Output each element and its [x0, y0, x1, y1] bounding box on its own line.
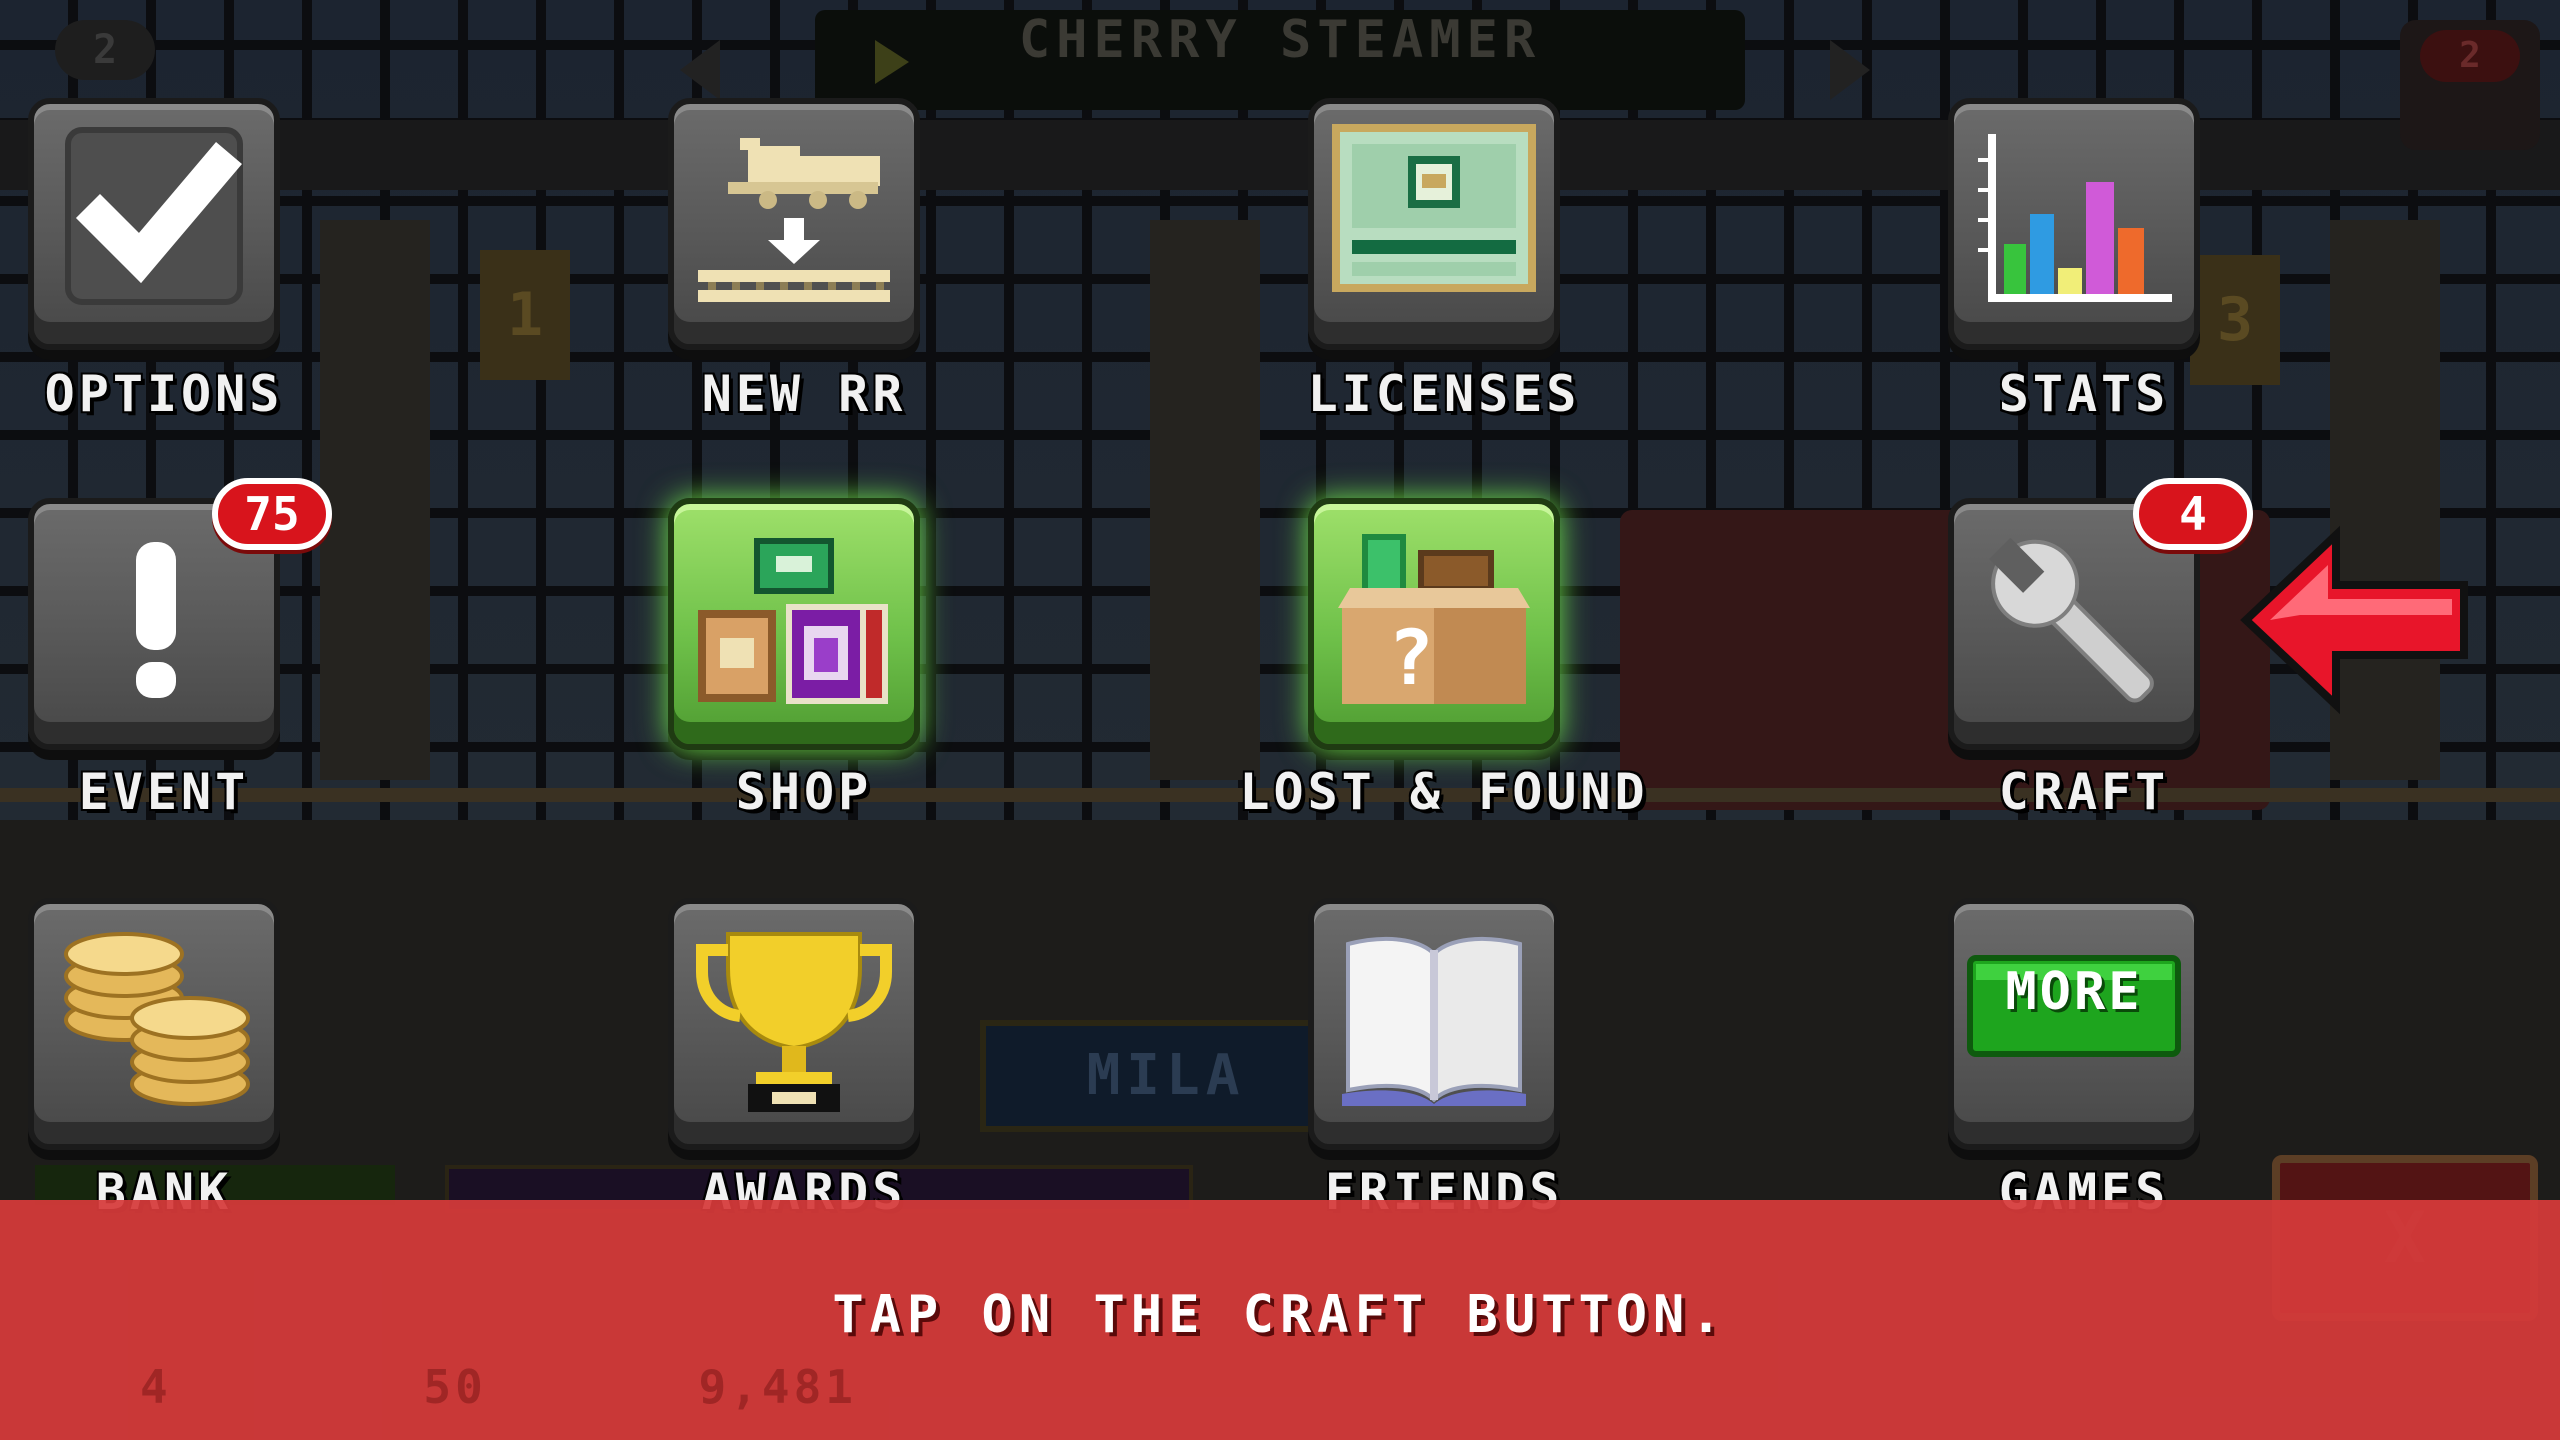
event-label: EVENT [78, 763, 250, 821]
lost-found-label: LOST & FOUND [1239, 763, 1649, 821]
shop-items-icon [698, 538, 888, 704]
stats-label: STATS [1998, 365, 2170, 423]
open-book-icon [1342, 937, 1526, 1106]
station-pillar [320, 220, 430, 780]
ghost-value-1: 4 [140, 1360, 172, 1414]
licenses-button[interactable] [1308, 98, 1560, 350]
new-rr-button[interactable] [668, 98, 920, 350]
shop-button[interactable] [668, 498, 920, 750]
options-label: OPTIONS [44, 365, 284, 423]
options-button[interactable] [28, 98, 280, 350]
friends-button[interactable] [1308, 898, 1560, 1150]
prev-train-arrow-icon [680, 40, 720, 100]
new-rr-label: NEW RR [701, 365, 907, 423]
train-name-bar: CHERRY STEAMER [815, 10, 1745, 110]
red-arrow-left-icon [2240, 525, 2468, 715]
games-button[interactable]: MORE [1948, 898, 2200, 1150]
status-bar-ghost: 4 50 9,481 [60, 1360, 857, 1414]
mystery-box-icon: ? [1338, 534, 1530, 704]
lost-found-button[interactable]: ? [1308, 498, 1560, 750]
question-mark: ? [1388, 613, 1434, 702]
platform-number-1: 1 [480, 250, 570, 380]
awards-button[interactable] [668, 898, 920, 1150]
trophy-icon [696, 932, 892, 1112]
license-card-icon [1332, 124, 1536, 292]
coins-icon [64, 932, 250, 1106]
shop-label: SHOP [735, 763, 873, 821]
tutorial-message: TAP ON THE CRAFT BUTTON. [832, 1285, 1728, 1345]
station-pillar [1150, 220, 1260, 780]
bar-chart-icon [1978, 134, 2172, 302]
ghost-value-3: 9,481 [698, 1360, 857, 1414]
event-badge: 75 [212, 478, 332, 550]
more-label: MORE [2005, 962, 2143, 1022]
bank-button[interactable] [28, 898, 280, 1150]
craft-label: CRAFT [1998, 763, 2170, 821]
right-counter: 2 [2420, 30, 2520, 82]
right-counter-box: 2 [2400, 20, 2540, 150]
checkmark-icon [65, 127, 243, 305]
next-train-arrow-icon [1830, 40, 1870, 100]
licenses-label: LICENSES [1307, 365, 1581, 423]
train-download-icon [698, 138, 890, 302]
station-sign: MILA [980, 1020, 1352, 1132]
left-counter: 2 [55, 20, 155, 80]
stats-button[interactable] [1948, 98, 2200, 350]
craft-badge: 4 [2133, 478, 2253, 550]
train-name: CHERRY STEAMER [1018, 10, 1542, 70]
ghost-value-2: 50 [423, 1360, 487, 1414]
